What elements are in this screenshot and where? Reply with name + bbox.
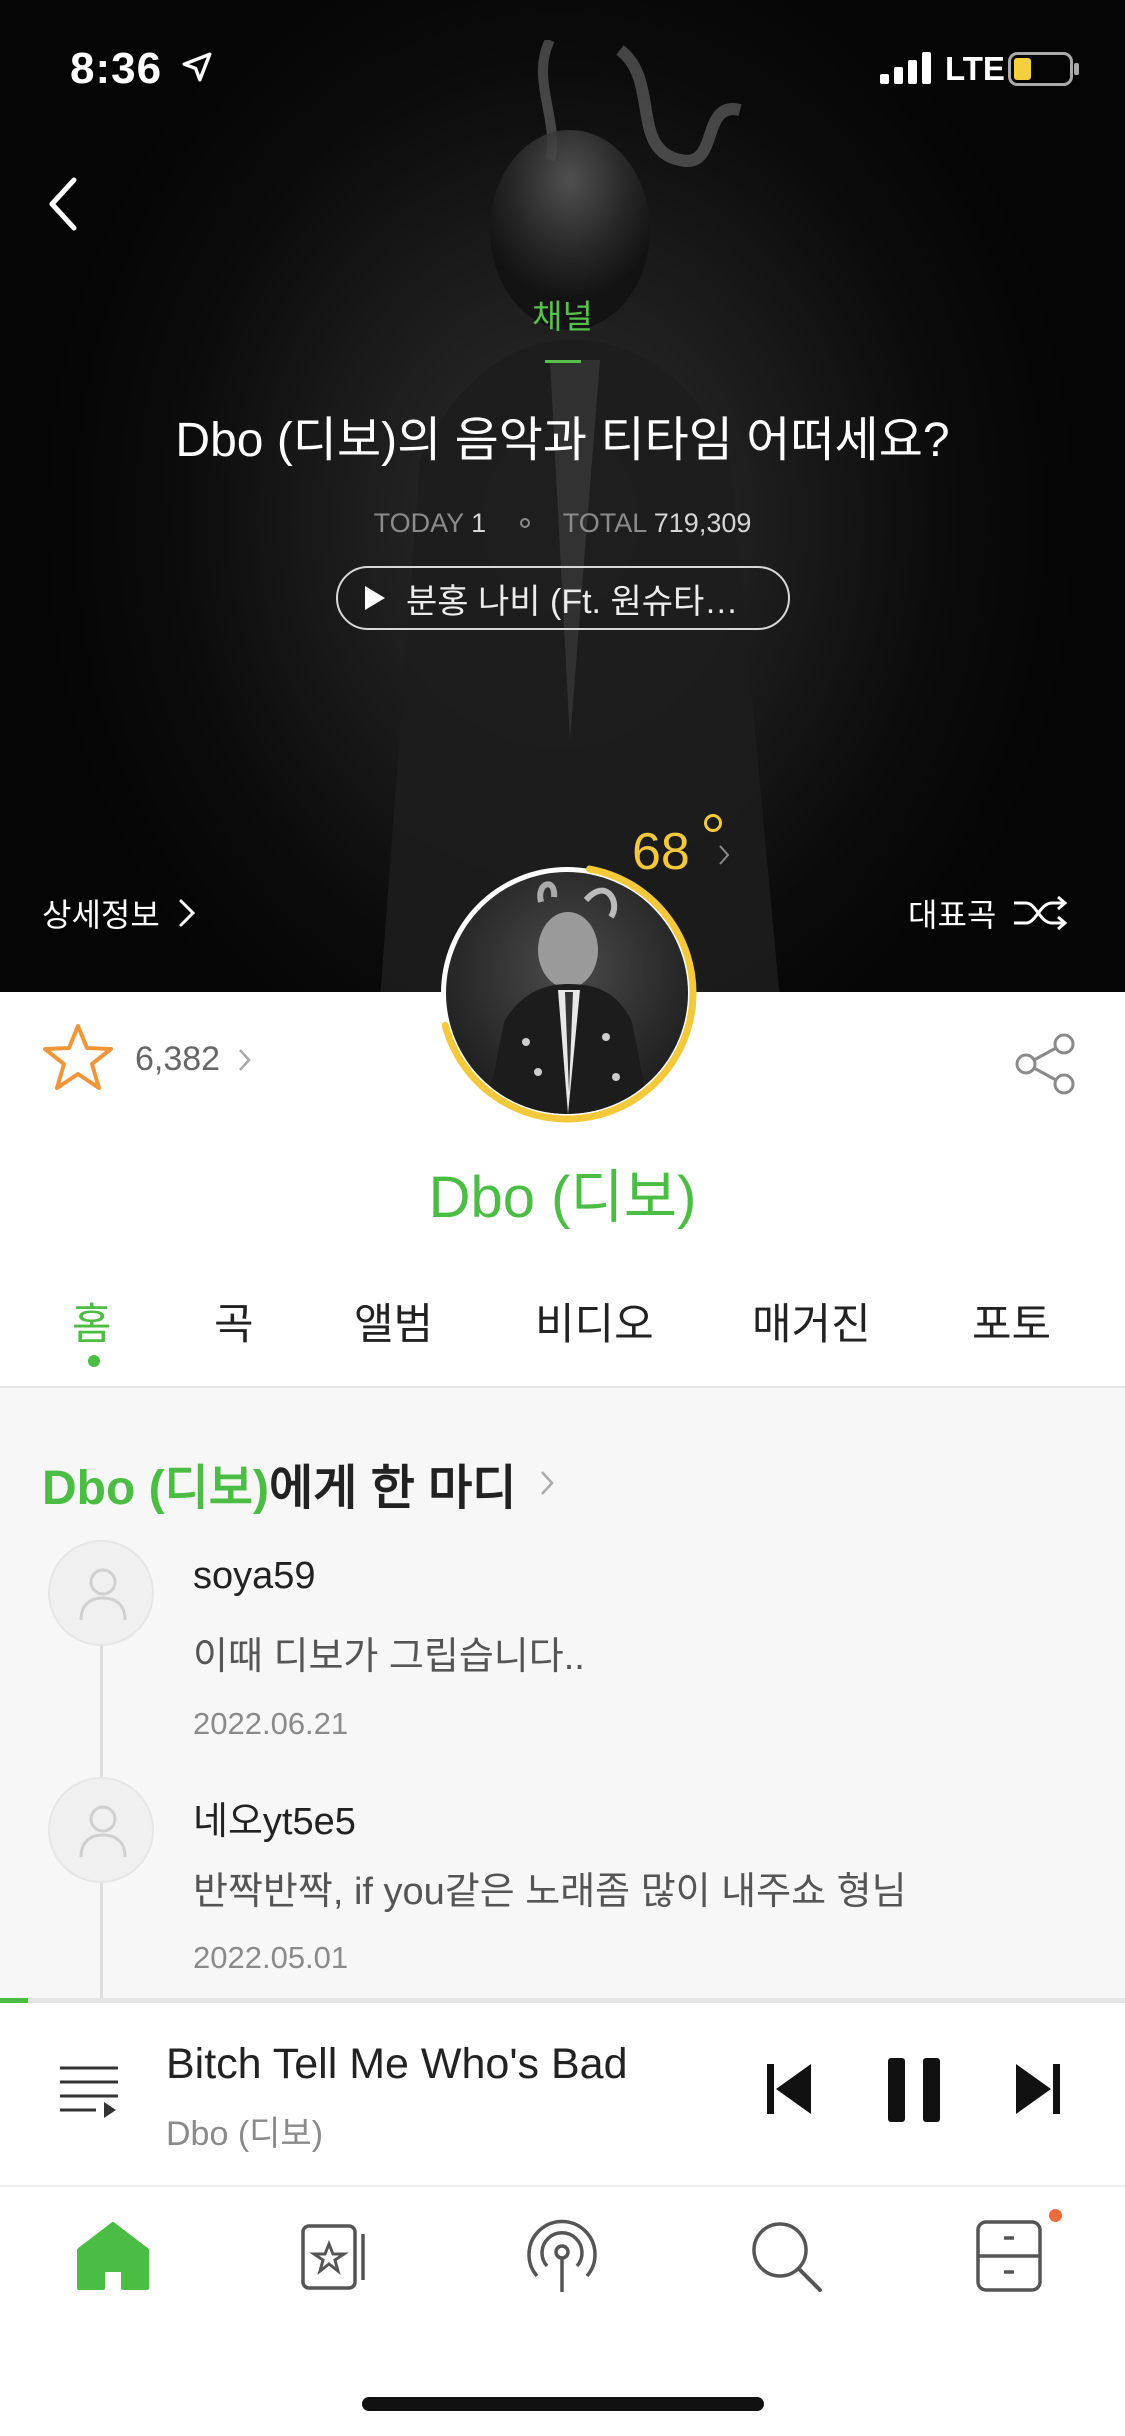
location-arrow-icon [182, 52, 212, 82]
representative-song-shuffle-button[interactable]: 대표곡 [908, 890, 1070, 936]
chevron-right-icon [239, 1048, 251, 1071]
today-count: 1 [471, 508, 487, 538]
channel-label: 채널 [532, 298, 593, 335]
channel-song-button[interactable]: 분홍 나비 (Ft. 원슈타… [336, 566, 790, 630]
artist-avatar-group[interactable] [432, 858, 702, 1128]
tab-videos[interactable]: 비디오 [535, 1290, 654, 1352]
artist-hero: 8:36 LTE 채널 Dbo (디보)의 음악과 티타임 어떠세요? TODA… [0, 0, 1125, 992]
commenter-avatar[interactable] [48, 1777, 154, 1883]
home-icon[interactable] [73, 2216, 153, 2296]
playlist-icon[interactable] [56, 2060, 122, 2120]
count-separator [519, 518, 530, 528]
active-tab-indicator [88, 1355, 100, 1367]
chevron-right-icon [179, 899, 195, 927]
status-time: 8:36 [70, 44, 163, 93]
channel-underline [545, 360, 581, 363]
comment-text: 이때 디보가 그립습니다.. [193, 1636, 585, 1678]
detail-info-label: 상세정보 [42, 897, 160, 933]
now-playing-title[interactable]: Bitch Tell Me Who's Bad [166, 2040, 628, 2089]
star-card-icon[interactable] [297, 2216, 377, 2296]
like-count-link[interactable]: 6,382 [135, 1040, 254, 1079]
network-type: LTE [945, 50, 1005, 87]
shuffle-icon [1014, 895, 1068, 931]
home-indicator [362, 2397, 764, 2411]
total-count: 719,309 [653, 508, 752, 538]
comments-heading-link[interactable]: Dbo (디보) 에게 한 마디 [42, 1448, 556, 1518]
drawer-icon[interactable] [970, 2216, 1050, 2296]
comment-text: 반짝반짝, if you같은 노래좀 많이 내주쇼 형님 [193, 1871, 907, 1913]
search-icon[interactable] [746, 2216, 826, 2296]
signal-icon [880, 52, 931, 84]
tab-magazine[interactable]: 매거진 [752, 1290, 871, 1352]
tab-albums[interactable]: 앨범 [354, 1290, 433, 1352]
comments-heading-artist: Dbo (디보) [42, 1462, 269, 1515]
today-label: TODAY [373, 508, 464, 538]
battery-icon [1008, 52, 1079, 86]
artist-name: Dbo (디보) [428, 1165, 697, 1230]
mini-player[interactable] [0, 2003, 1125, 2187]
artist-tabs: 홈 곡 앨범 비디오 매거진 포토 [0, 1290, 1125, 1390]
comment-user[interactable]: soya59 [193, 1555, 316, 1598]
like-star-icon[interactable] [40, 1020, 116, 1096]
comment-date: 2022.06.21 [193, 1706, 349, 1741]
user-icon [79, 1568, 127, 1621]
channel-title: Dbo (디보)의 음악과 티타임 어떠세요? [175, 414, 950, 467]
artist-avatar [446, 872, 688, 1114]
chevron-right-icon [541, 1471, 555, 1495]
artist-temperature[interactable]: 68 [632, 822, 690, 882]
comment-date: 2022.05.01 [193, 1940, 349, 1975]
visit-counts: TODAY 1 TOTAL 719,309 [0, 508, 1125, 539]
comment-user[interactable]: 네오yt5e5 [193, 1790, 356, 1845]
status-bar: 8:36 LTE [0, 0, 1125, 135]
notification-badge [1049, 2209, 1062, 2222]
tab-photos[interactable]: 포토 [972, 1290, 1051, 1352]
detail-info-link[interactable]: 상세정보 [42, 890, 198, 936]
share-icon[interactable] [1012, 1030, 1080, 1098]
degree-icon [704, 814, 722, 832]
next-track-icon[interactable] [1012, 2060, 1062, 2118]
tab-home[interactable]: 홈 [72, 1290, 112, 1352]
now-playing-artist[interactable]: Dbo (디보) [166, 2106, 323, 2155]
user-icon [79, 1805, 127, 1858]
channel-song-title: 분홍 나비 (Ft. 원슈타… [406, 582, 739, 621]
play-icon [365, 586, 385, 610]
like-count: 6,382 [135, 1040, 221, 1078]
commenter-avatar[interactable] [48, 1540, 154, 1646]
pause-icon[interactable] [886, 2056, 942, 2124]
broadcast-icon[interactable] [522, 2216, 602, 2296]
previous-track-icon[interactable] [765, 2060, 815, 2118]
tab-songs[interactable]: 곡 [214, 1290, 254, 1352]
chevron-right-icon[interactable] [716, 842, 732, 868]
total-label: TOTAL [562, 508, 647, 538]
artist-avatar-image [486, 881, 650, 1114]
representative-song-label: 대표곡 [908, 897, 997, 933]
comments-heading-suffix: 에게 한 마디 [268, 1462, 517, 1515]
back-chevron-icon[interactable] [42, 172, 90, 236]
